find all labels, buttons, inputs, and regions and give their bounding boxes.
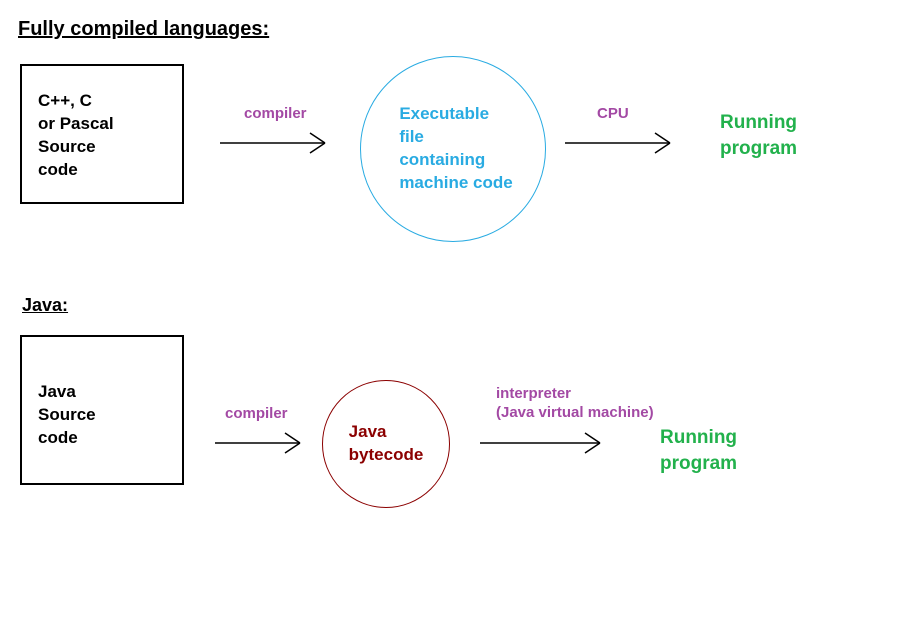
source-box-java-text: Java Source code bbox=[38, 382, 96, 447]
arrow-compiler-2 bbox=[210, 428, 320, 458]
arrow-cpu bbox=[560, 128, 690, 158]
arrow-label-cpu: CPU bbox=[597, 105, 629, 124]
arrow-label-interpreter: interpreter (Java virtual machine) bbox=[496, 385, 654, 423]
source-box-java: Java Source code bbox=[20, 335, 184, 485]
result-running-program-1: Running program bbox=[720, 110, 797, 161]
intermediate-executable-text: Executable file containing machine code bbox=[393, 103, 512, 195]
heading-java: Java: bbox=[22, 295, 68, 316]
arrow-interpreter bbox=[475, 428, 620, 458]
arrow-label-compiler-1: compiler bbox=[244, 105, 307, 124]
source-box-compiled-text: C++, C or Pascal Source code bbox=[38, 91, 114, 179]
arrow-label-compiler-2: compiler bbox=[225, 405, 288, 424]
result-running-program-2: Running program bbox=[660, 425, 737, 476]
arrow-compiler-1 bbox=[215, 128, 345, 158]
arrow-label-interpreter-text: interpreter (Java virtual machine) bbox=[496, 385, 654, 421]
result-text-1: Running program bbox=[720, 112, 797, 159]
heading-compiled-languages: Fully compiled languages: bbox=[18, 18, 269, 41]
intermediate-bytecode-text: Java bytecode bbox=[349, 421, 424, 467]
intermediate-circle-bytecode: Java bytecode bbox=[322, 380, 450, 508]
result-text-2: Running program bbox=[660, 427, 737, 474]
source-box-compiled: C++, C or Pascal Source code bbox=[20, 64, 184, 204]
intermediate-circle-executable: Executable file containing machine code bbox=[360, 56, 546, 242]
